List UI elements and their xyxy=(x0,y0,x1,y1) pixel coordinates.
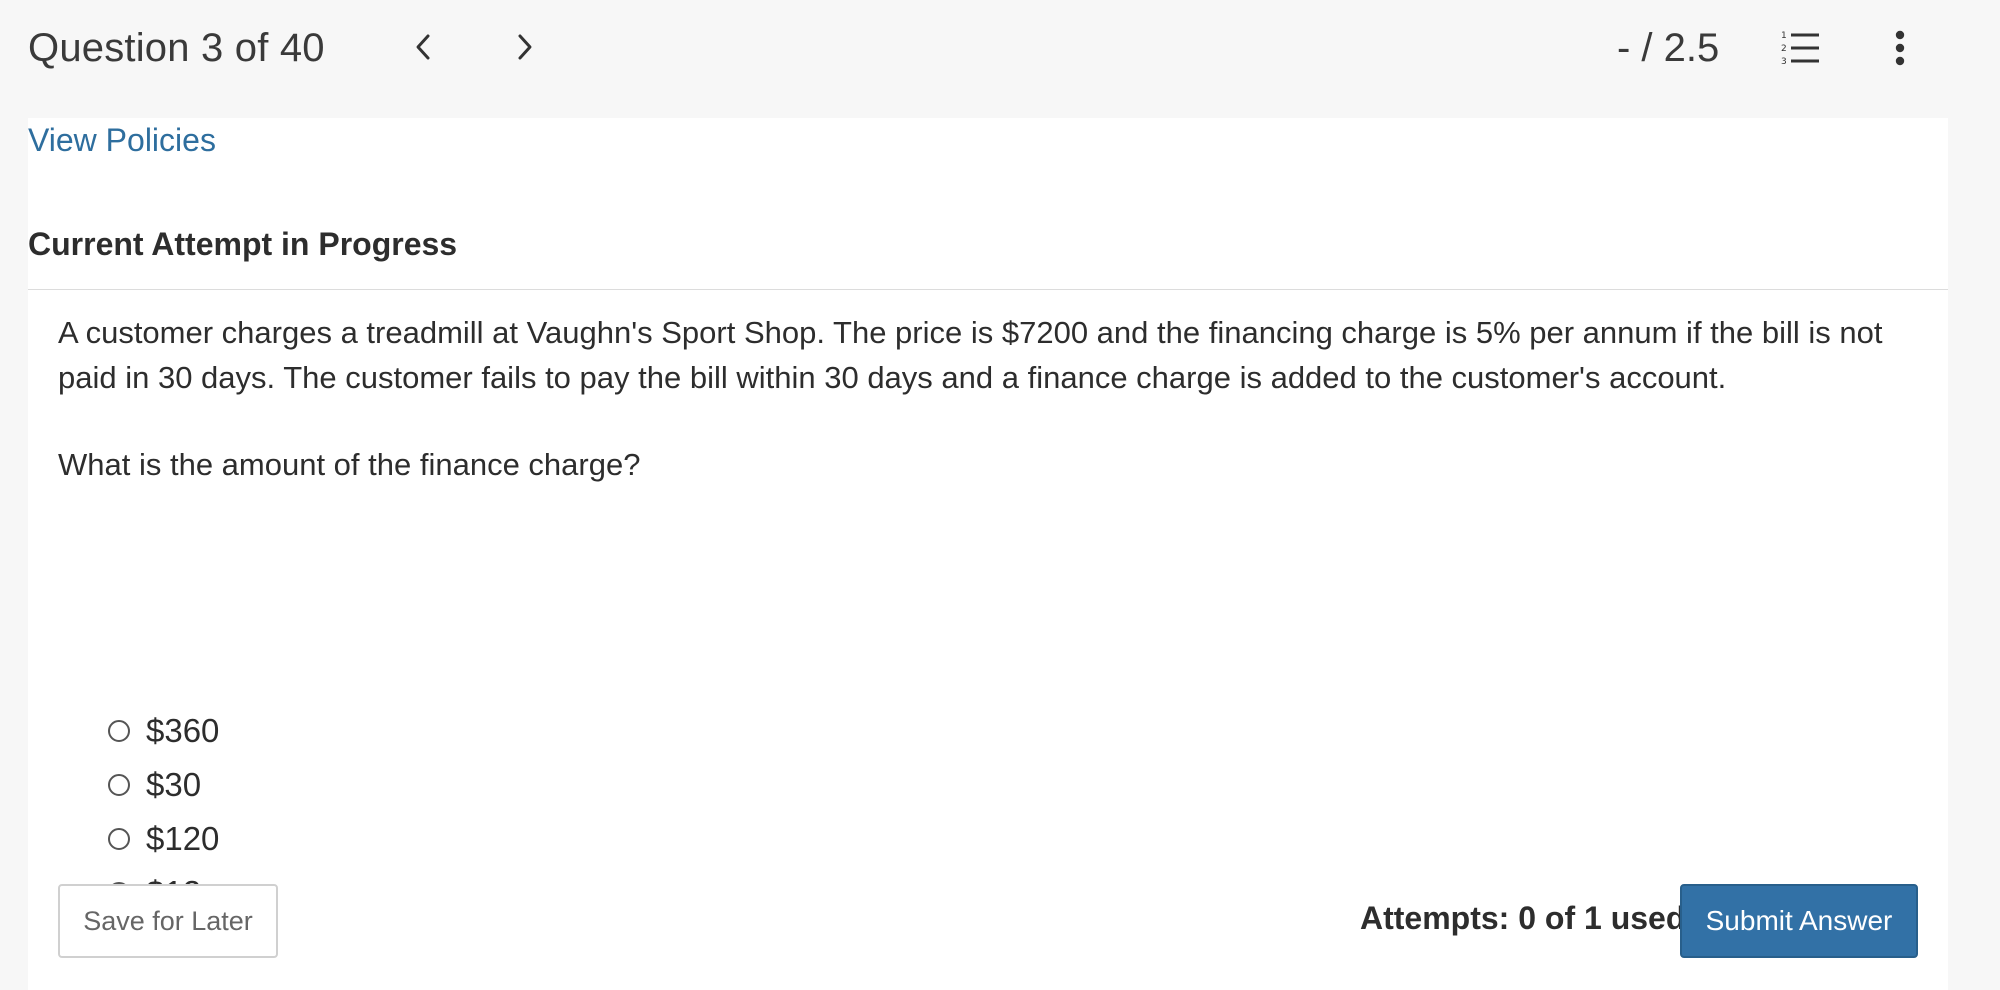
question-list-button[interactable]: 1 2 3 xyxy=(1777,26,1825,70)
option-label: $360 xyxy=(146,712,220,749)
submit-answer-button[interactable]: Submit Answer xyxy=(1680,884,1918,958)
option-label: $30 xyxy=(146,766,202,803)
answer-option[interactable]: $120 xyxy=(108,812,219,866)
previous-question-button[interactable] xyxy=(398,22,448,72)
question-text: A customer charges a treadmill at Vaughn… xyxy=(58,315,1883,395)
radio-button[interactable] xyxy=(108,720,130,742)
save-for-later-button[interactable]: Save for Later xyxy=(58,884,278,958)
question-prompt: What is the amount of the finance charge… xyxy=(58,447,641,482)
attempt-heading: Current Attempt in Progress xyxy=(28,226,458,262)
chevron-right-icon xyxy=(518,34,532,60)
list-number-1: 1 xyxy=(1781,31,1787,41)
question-body: A customer charges a treadmill at Vaughn… xyxy=(58,310,1918,487)
list-number-2: 2 xyxy=(1781,44,1787,54)
numbered-list-icon: 1 2 3 xyxy=(1781,31,1819,67)
view-policies-link[interactable]: View Policies xyxy=(28,120,216,160)
next-question-button[interactable] xyxy=(500,22,550,72)
chevron-left-icon xyxy=(416,34,430,60)
score-display: - / 2.5 xyxy=(1617,26,1720,70)
more-options-button[interactable] xyxy=(1880,26,1920,70)
answer-option[interactable]: $30 xyxy=(108,758,219,812)
answer-option[interactable]: $360 xyxy=(108,704,219,758)
list-number-3: 3 xyxy=(1781,57,1787,67)
radio-button[interactable] xyxy=(108,828,130,850)
question-counter: Question 3 of 40 xyxy=(28,26,325,70)
vertical-dots-icon xyxy=(1895,30,1905,66)
question-header: Question 3 of 40 - / 2.5 1 2 3 xyxy=(0,0,2000,118)
divider xyxy=(28,289,1948,290)
radio-button[interactable] xyxy=(108,774,130,796)
question-card: View Policies Current Attempt in Progres… xyxy=(28,118,1948,990)
attempts-counter: Attempts: 0 of 1 used xyxy=(1360,900,1686,936)
option-label: $120 xyxy=(146,820,220,857)
